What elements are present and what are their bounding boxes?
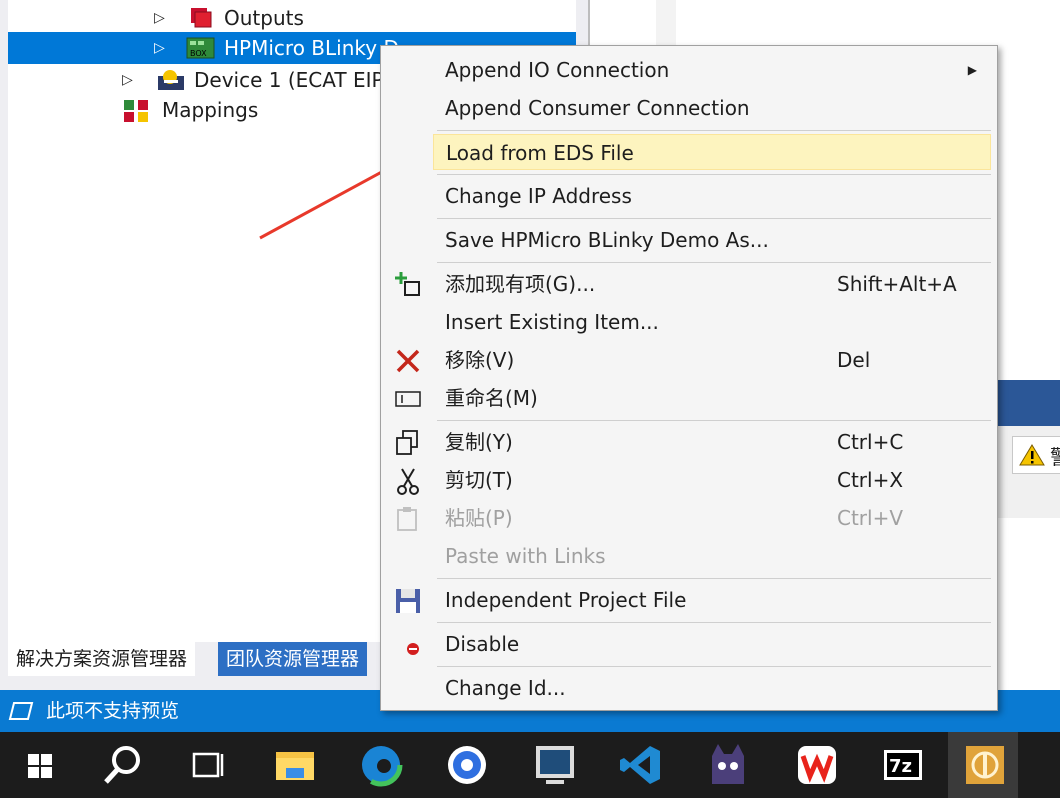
menu-item-label: 移除(V): [445, 348, 515, 372]
task-view-icon[interactable]: [186, 742, 232, 788]
file-explorer-icon[interactable]: [272, 742, 318, 788]
windows-start-icon[interactable]: [18, 742, 64, 788]
menu-item-label: 复制(Y): [445, 430, 513, 454]
menu-item-append-consumer-connection[interactable]: Append Consumer Connection: [433, 90, 991, 126]
menu-separator: [437, 130, 991, 131]
menu-item-copy[interactable]: 复制(Y) Ctrl+C: [433, 424, 991, 460]
warnings-label: 警: [1050, 441, 1060, 470]
menu-item-shortcut: Ctrl+X: [837, 468, 904, 492]
expand-arrow-icon[interactable]: ▷: [122, 64, 133, 96]
menu-item-label: 粘贴(P): [445, 506, 513, 530]
menu-item-label: Independent Project File: [445, 588, 687, 612]
edge-icon[interactable]: [358, 742, 404, 788]
menu-item-save-as[interactable]: Save HPMicro BLinky Demo As...: [433, 222, 991, 258]
menu-separator: [437, 218, 991, 219]
copy-icon: [396, 430, 418, 455]
menu-item-label: Change Id...: [445, 676, 566, 700]
menu-separator: [437, 666, 991, 667]
expand-arrow-icon[interactable]: ▷: [154, 32, 165, 64]
svg-text:BOX: BOX: [190, 49, 207, 58]
box-device-icon: BOX: [186, 37, 215, 59]
warning-icon: [1019, 444, 1045, 466]
tab-solution-explorer[interactable]: 解决方案资源管理器: [8, 642, 196, 676]
menu-item-append-io-connection[interactable]: Append IO Connection ▶: [433, 52, 991, 88]
tab-team-explorer[interactable]: 团队资源管理器: [218, 642, 368, 676]
twincat-icon[interactable]: [962, 742, 1008, 788]
browser-icon[interactable]: [444, 742, 490, 788]
tree-item-label: HPMicro BLinky D: [224, 36, 399, 60]
7zip-icon[interactable]: 7z: [880, 742, 926, 788]
monitor-app-icon[interactable]: [532, 742, 578, 788]
submenu-arrow-icon: ▶: [967, 63, 977, 77]
menu-item-shortcut: Shift+Alt+A: [837, 272, 957, 296]
add-item-icon: [395, 272, 420, 296]
menu-item-independent-project-file[interactable]: Independent Project File: [433, 582, 991, 618]
vscode-icon[interactable]: [618, 742, 664, 788]
status-text: 此项不支持预览: [46, 700, 180, 722]
menu-item-label: Paste with Links: [445, 544, 606, 568]
menu-item-add-existing[interactable]: 添加现有项(G)... Shift+Alt+A: [433, 266, 991, 302]
menu-item-cut[interactable]: 剪切(T) Ctrl+X: [433, 462, 991, 498]
tree-item-label: Outputs: [224, 6, 304, 30]
menu-item-label: Load from EDS File: [446, 141, 634, 165]
menu-item-label: Save HPMicro BLinky Demo As...: [445, 228, 769, 252]
outputs-icon: [191, 8, 212, 28]
menu-item-label: 添加现有项(G)...: [445, 272, 596, 296]
menu-item-rename[interactable]: 重命名(M): [433, 380, 991, 416]
menu-item-label: Append Consumer Connection: [445, 96, 750, 120]
menu-separator: [437, 174, 991, 175]
menu-item-shortcut: Del: [837, 348, 871, 372]
device-icon: [158, 70, 184, 90]
menu-item-label: Append IO Connection: [445, 58, 670, 82]
menu-separator: [437, 420, 991, 421]
menu-item-change-id[interactable]: Change Id...: [433, 670, 991, 706]
save-icon: [396, 589, 420, 613]
tree-item-label: Mappings: [162, 98, 259, 122]
menu-separator: [437, 262, 991, 263]
cut-icon: [397, 468, 419, 495]
menu-item-load-from-eds-file[interactable]: Load from EDS File: [433, 134, 991, 170]
menu-item-change-ip-address[interactable]: Change IP Address: [433, 178, 991, 214]
menu-separator: [437, 578, 991, 579]
output-panel-header: [990, 380, 1060, 426]
menu-item-label: Insert Existing Item...: [445, 310, 659, 334]
menu-item-label: 重命名(M): [445, 386, 538, 410]
taskbar: 7z: [0, 732, 1060, 798]
menu-item-shortcut: Ctrl+C: [837, 430, 904, 454]
menu-item-disable[interactable]: Disable: [433, 626, 991, 662]
menu-item-label: Change IP Address: [445, 184, 632, 208]
cat-app-icon[interactable]: [704, 742, 750, 788]
tree-item-label: Device 1 (ECAT EIP: [194, 68, 384, 92]
menu-item-insert-existing-item[interactable]: Insert Existing Item...: [433, 304, 991, 340]
preview-icon: [8, 702, 34, 720]
rename-icon: [395, 391, 421, 407]
search-icon[interactable]: [100, 742, 146, 788]
expand-arrow-icon[interactable]: ▷: [154, 2, 165, 34]
output-panel-body: [990, 518, 1060, 690]
menu-item-paste-with-links[interactable]: Paste with Links: [433, 538, 991, 574]
tree-item-outputs[interactable]: ▷ Outputs: [8, 2, 576, 34]
paste-icon: [397, 507, 417, 531]
context-menu: Append IO Connection ▶ Append Consumer C…: [380, 45, 998, 711]
menu-item-paste[interactable]: 粘贴(P) Ctrl+V: [433, 500, 991, 536]
disable-icon: [407, 643, 419, 655]
menu-item-label: Disable: [445, 632, 520, 656]
menu-item-label: 剪切(T): [445, 468, 513, 492]
svg-text:7z: 7z: [889, 756, 912, 777]
remove-icon: [396, 349, 420, 373]
wps-icon[interactable]: [794, 742, 840, 788]
menu-item-remove[interactable]: 移除(V) Del: [433, 342, 991, 378]
menu-separator: [437, 622, 991, 623]
menu-item-shortcut: Ctrl+V: [837, 506, 904, 530]
mappings-icon: [124, 100, 148, 122]
